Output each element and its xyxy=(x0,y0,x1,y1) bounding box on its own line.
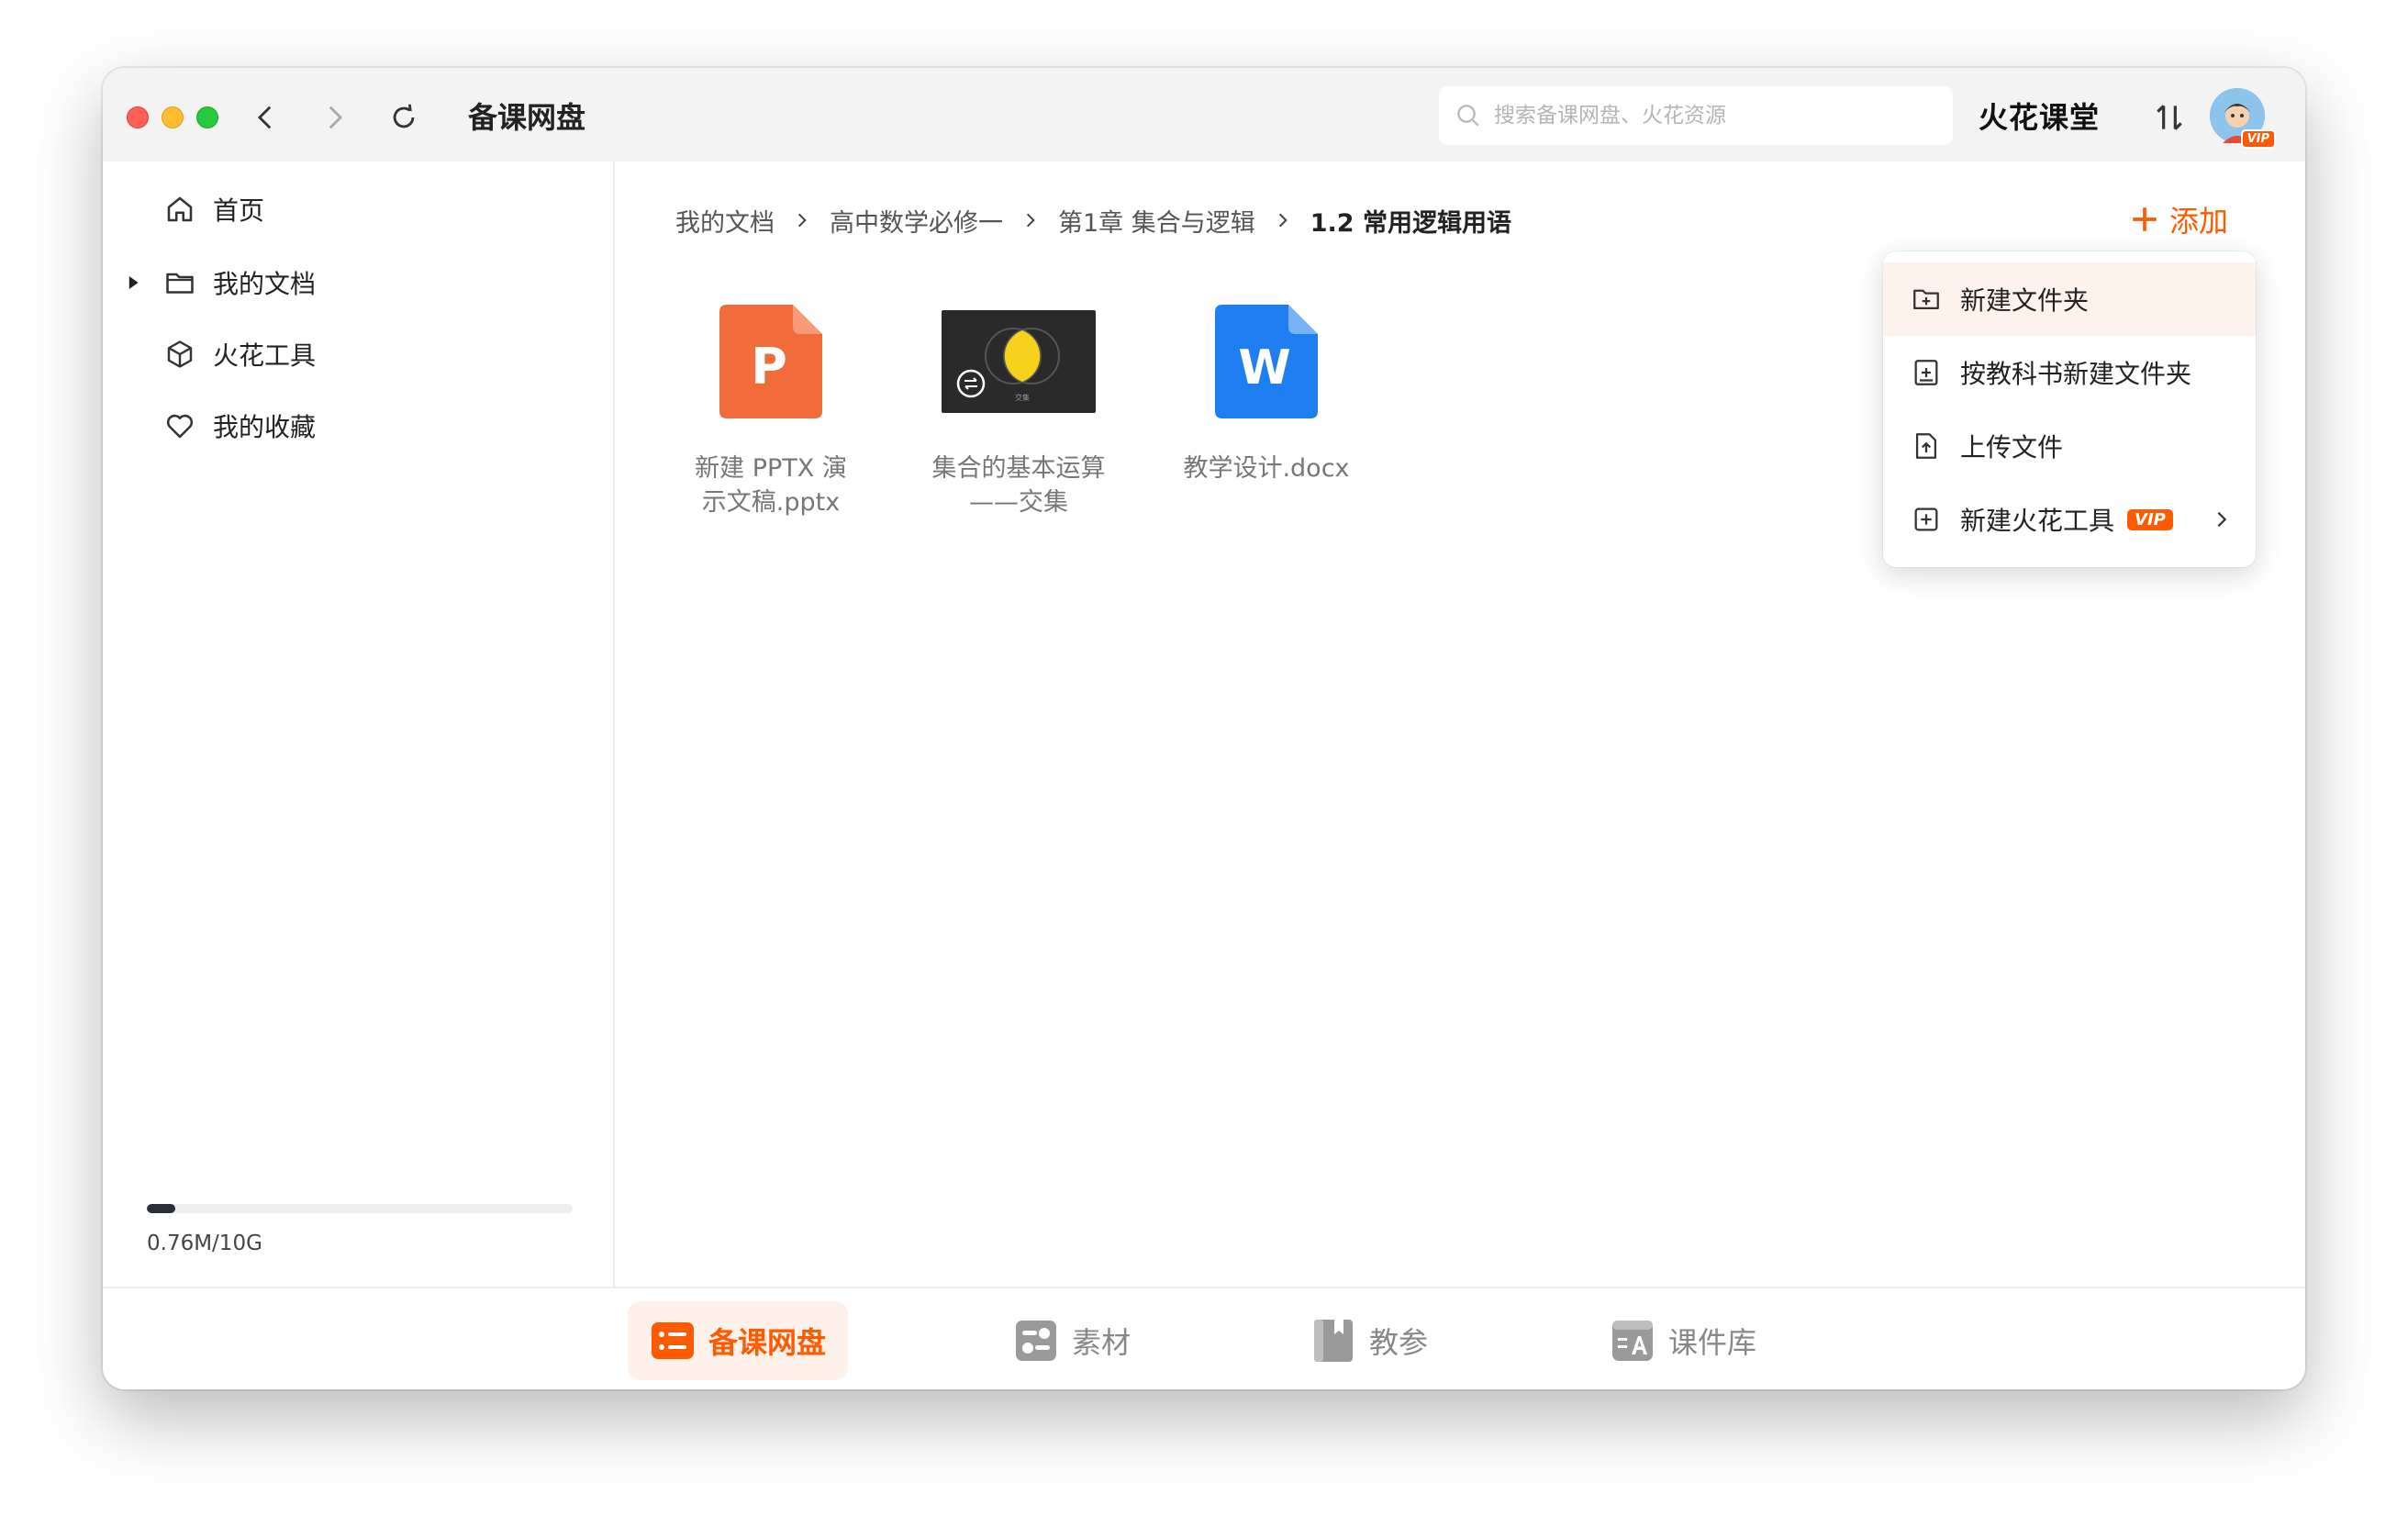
folder-plus-icon xyxy=(1911,284,1942,315)
app-title: 备课网盘 xyxy=(468,100,586,135)
tab-materials[interactable]: 素材 xyxy=(991,1301,1153,1380)
file-type-letter: W xyxy=(1238,340,1290,396)
expand-caret-icon[interactable] xyxy=(127,276,139,289)
sidebar-item-home[interactable]: 首页 xyxy=(103,182,613,237)
add-dropdown-menu: 新建文件夹 按教科书新建文件夹 上传文件 新建火花工具 VIP xyxy=(1883,251,2256,567)
file-item-pptx[interactable]: P 新建 PPTX 演 示文稿.pptx xyxy=(670,297,872,519)
sidebar: 首页 我的文档 火花工具 我的收藏 0.76M/10G xyxy=(103,162,615,1287)
sidebar-item-my-docs[interactable]: 我的文档 xyxy=(103,255,613,310)
chevron-right-icon xyxy=(2217,511,2227,528)
add-square-icon xyxy=(1911,504,1942,535)
courseware-icon xyxy=(1610,1318,1656,1364)
refresh-button[interactable] xyxy=(378,92,429,143)
file-name: 新建 PPTX 演 示文稿.pptx xyxy=(695,454,847,517)
menu-item-label: 按教科书新建文件夹 xyxy=(1960,359,2192,389)
book-icon xyxy=(1310,1318,1356,1364)
cube-icon xyxy=(163,338,196,371)
vip-badge: VIP xyxy=(2127,508,2173,530)
sidebar-item-label: 火花工具 xyxy=(213,340,317,371)
chevron-left-icon xyxy=(257,106,272,129)
file-name: 集合的基本运算 ——交集 xyxy=(931,454,1106,517)
menu-item-label: 上传文件 xyxy=(1960,432,2064,463)
sidebar-item-label: 我的收藏 xyxy=(213,412,317,442)
add-button-label: 添加 xyxy=(2169,204,2229,239)
svg-text:交集: 交集 xyxy=(1015,393,1030,402)
menu-item-new-folder-by-textbook[interactable]: 按教科书新建文件夹 xyxy=(1883,336,2256,409)
storage-usage-text: 0.76M/10G xyxy=(147,1232,262,1255)
chevron-right-icon xyxy=(329,106,343,129)
storage-progress-bar xyxy=(147,1204,573,1213)
brand-logo: 火花课堂 xyxy=(1979,100,2101,135)
book-plus-icon xyxy=(1911,357,1942,388)
tab-label: 素材 xyxy=(1072,1325,1132,1360)
chevron-right-icon xyxy=(1274,211,1292,229)
tab-courseware-library[interactable]: 课件库 xyxy=(1588,1301,1778,1380)
search-input[interactable] xyxy=(1494,104,1934,128)
storage-progress-fill xyxy=(147,1204,175,1213)
menu-item-new-spark-tool[interactable]: 新建火花工具 VIP xyxy=(1883,483,2256,556)
material-icon xyxy=(1013,1318,1059,1364)
search-box[interactable] xyxy=(1439,86,1953,145)
menu-item-new-folder[interactable]: 新建文件夹 xyxy=(1883,262,2256,336)
avatar[interactable]: VIP xyxy=(2210,88,2276,149)
sort-icon xyxy=(2157,105,2182,130)
home-icon xyxy=(163,193,196,226)
menu-item-label: 新建文件夹 xyxy=(1960,285,2090,316)
search-icon xyxy=(1457,105,1479,127)
plus-icon xyxy=(2133,207,2157,231)
tab-teaching-reference[interactable]: 教参 xyxy=(1288,1301,1450,1380)
file-name: 教学设计.docx xyxy=(1183,454,1350,483)
sort-button[interactable] xyxy=(2146,94,2193,141)
sidebar-item-spark-tools[interactable]: 火花工具 xyxy=(103,327,613,382)
sidebar-item-label: 我的文档 xyxy=(213,269,317,299)
breadcrumb-item[interactable]: 我的文档 xyxy=(675,203,775,239)
breadcrumb-item[interactable]: 第1章 集合与逻辑 xyxy=(1058,203,1255,239)
app-window: 备课网盘 火花课堂 VIP 首页 xyxy=(103,68,2305,1389)
file-type-letter: P xyxy=(751,338,787,396)
title-bar: 备课网盘 火花课堂 VIP xyxy=(103,68,2305,162)
chevron-right-icon xyxy=(1021,211,1040,229)
sidebar-item-favorites[interactable]: 我的收藏 xyxy=(103,398,613,453)
tab-label: 备课网盘 xyxy=(708,1325,827,1360)
file-item-spark-tool[interactable]: 交集 集合的基本运算 ——交集 xyxy=(918,297,1120,519)
chevron-right-icon xyxy=(793,211,811,229)
pptx-file-icon: P xyxy=(670,297,872,426)
docx-file-icon: W xyxy=(1165,297,1367,426)
list-icon xyxy=(650,1318,696,1364)
upload-file-icon xyxy=(1911,430,1942,462)
folder-icon xyxy=(163,266,196,299)
back-button[interactable] xyxy=(240,92,292,143)
breadcrumb-current: 1.2 常用逻辑用语 xyxy=(1310,208,1511,238)
close-window-button[interactable] xyxy=(127,106,149,128)
add-button[interactable]: 添加 xyxy=(2129,196,2228,242)
file-item-docx[interactable]: W 教学设计.docx xyxy=(1165,297,1367,485)
bottom-tab-bar: 备课网盘 素材 教参 课件库 xyxy=(103,1287,2305,1389)
menu-item-label: 新建火花工具 xyxy=(1960,506,2115,536)
minimize-window-button[interactable] xyxy=(162,106,184,128)
refresh-icon xyxy=(393,104,415,128)
breadcrumb: 我的文档 高中数学必修一 第1章 集合与逻辑 1.2 常用逻辑用语 xyxy=(675,202,1511,239)
spark-tool-thumbnail: 交集 xyxy=(918,297,1120,426)
heart-icon xyxy=(163,409,196,442)
tab-prep-drive[interactable]: 备课网盘 xyxy=(628,1301,849,1380)
sidebar-item-label: 首页 xyxy=(213,195,265,226)
tab-label: 课件库 xyxy=(1668,1325,1757,1360)
vip-badge: VIP xyxy=(2240,129,2276,149)
menu-item-upload-file[interactable]: 上传文件 xyxy=(1883,409,2256,483)
breadcrumb-item[interactable]: 高中数学必修一 xyxy=(830,203,1003,239)
forward-button[interactable] xyxy=(308,92,360,143)
tab-label: 教参 xyxy=(1369,1325,1429,1360)
zoom-window-button[interactable] xyxy=(196,106,218,128)
